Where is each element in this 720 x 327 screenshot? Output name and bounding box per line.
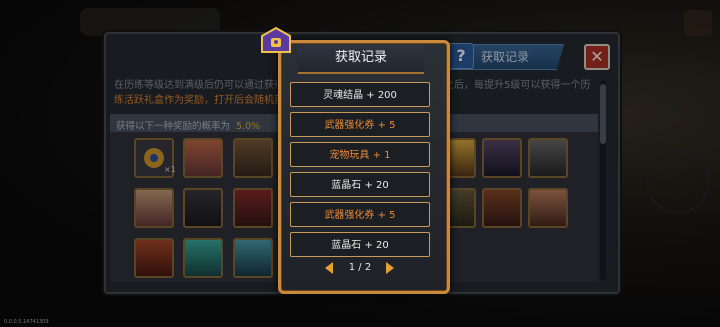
treasure-chest-icon — [261, 26, 291, 53]
record-row-5: 武器强化券 + 5 — [290, 202, 430, 227]
record-row-2: 武器强化券 + 5 — [290, 112, 430, 137]
page-prev-arrow-icon[interactable] — [325, 262, 333, 274]
record-row-3: 宠物玩具 + 1 — [290, 142, 430, 167]
record-row-1: 灵魂结晶 + 200 — [290, 82, 430, 107]
popup-title: 获取记录 — [334, 50, 387, 65]
version-text: 0.0.0.5.14741309 — [4, 319, 49, 325]
record-row-4: 蓝晶石 + 20 — [290, 172, 430, 197]
page-next-arrow-icon[interactable] — [386, 262, 394, 274]
page-indicator: 1 / 2 — [348, 262, 372, 273]
record-row-6: 蓝晶石 + 20 — [290, 232, 430, 257]
